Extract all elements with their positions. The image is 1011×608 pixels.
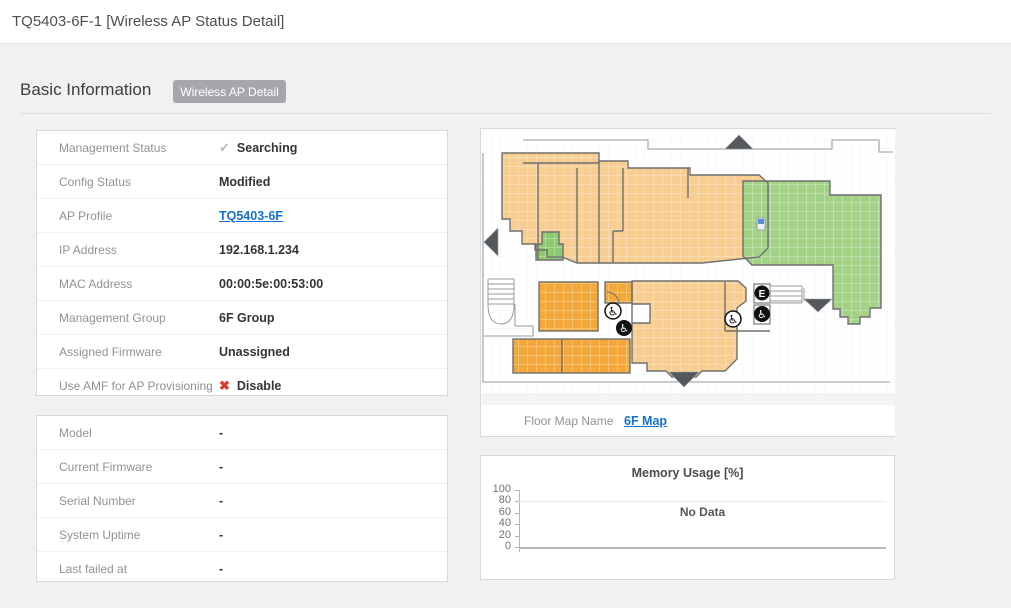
wireless-ap-detail-button[interactable]: Wireless AP Detail [173, 80, 286, 103]
page-title: TQ5403-6F-1 [Wireless AP Status Detail] [12, 0, 284, 44]
titlebar: TQ5403-6F-1 [Wireless AP Status Detail] [0, 0, 1011, 44]
row-value-wrap: TQ5403-6F [219, 209, 283, 223]
row-value: 6F Group [219, 311, 275, 325]
row-value-wrap: - [219, 528, 223, 542]
table-row: Last failed at - [37, 552, 447, 585]
floor-map-canvas[interactable]: ♿ ♿ ♿ ♿ E [482, 130, 895, 393]
row-value-wrap: 00:00:5e:00:53:00 [219, 277, 323, 291]
table-row: Management Status ✔ Searching [37, 131, 447, 165]
chart-no-data-label: No Data [519, 505, 886, 519]
row-value-wrap: Modified [219, 175, 270, 189]
row-label: Model [37, 426, 219, 440]
section-divider [20, 113, 991, 114]
memory-usage-panel: Memory Usage [%] No Data 100806040200 [480, 455, 895, 580]
y-axis-tick-label: 0 [481, 540, 511, 553]
table-row: IP Address 192.168.1.234 [37, 233, 447, 267]
row-value: 00:00:5e:00:53:00 [219, 277, 323, 291]
row-label: Assigned Firmware [37, 345, 219, 359]
row-value: - [219, 460, 223, 474]
row-value: Unassigned [219, 345, 290, 359]
elevator-icon: E [755, 286, 770, 301]
row-value-wrap: ✖ Disable [219, 379, 281, 393]
chart-plot-area: No Data [519, 490, 886, 547]
y-axis-tick-mark [515, 547, 519, 548]
map-footer-strip [482, 393, 895, 405]
row-value-wrap: - [219, 460, 223, 474]
chart-title: Memory Usage [%] [481, 466, 894, 480]
section-heading: Basic Information [20, 80, 151, 100]
svg-text:♿: ♿ [757, 308, 767, 321]
svg-text:♿: ♿ [619, 322, 629, 335]
row-value-wrap: - [219, 562, 223, 576]
table-row: Config Status Modified [37, 165, 447, 199]
row-label: Management Status [37, 141, 219, 155]
table-row: Use AMF for AP Provisioning ✖ Disable [37, 369, 447, 402]
row-label: Management Group [37, 311, 219, 325]
floor-map-link[interactable]: 6F Map [624, 414, 667, 428]
row-value: 192.168.1.234 [219, 243, 299, 257]
row-value: Modified [219, 175, 270, 189]
y-axis-tick-mark [515, 536, 519, 537]
row-value-wrap: - [219, 494, 223, 508]
row-label: System Uptime [37, 528, 219, 542]
row-label: Last failed at [37, 562, 219, 576]
row-label: Config Status [37, 175, 219, 189]
y-axis-tick-mark [515, 501, 519, 502]
ap-profile-link[interactable]: TQ5403-6F [219, 209, 283, 223]
floor-map-panel: ♿ ♿ ♿ ♿ E Floor Map [480, 128, 895, 437]
y-axis-tick-mark [515, 524, 519, 525]
y-axis-tick-mark [515, 513, 519, 514]
row-value: Searching [237, 141, 297, 155]
map-footer: Floor Map Name 6F Map [482, 405, 895, 436]
row-label: Use AMF for AP Provisioning [37, 379, 219, 393]
row-value-wrap: 6F Group [219, 311, 275, 325]
table-row: Current Firmware - [37, 450, 447, 484]
row-value: - [219, 426, 223, 440]
row-value-wrap: 192.168.1.234 [219, 243, 299, 257]
table-row: Assigned Firmware Unassigned [37, 335, 447, 369]
row-label: AP Profile [37, 209, 219, 223]
table-row: MAC Address 00:00:5e:00:53:00 [37, 267, 447, 301]
row-value-wrap: ✔ Searching [219, 141, 297, 155]
row-value-wrap: - [219, 426, 223, 440]
table-row: Serial Number - [37, 484, 447, 518]
app-window: TQ5403-6F-1 [Wireless AP Status Detail] … [0, 0, 1011, 608]
row-value: - [219, 562, 223, 576]
row-label: Current Firmware [37, 460, 219, 474]
svg-text:E: E [759, 289, 766, 300]
device-table-panel: Model - Current Firmware - Serial Number… [36, 415, 448, 582]
table-row: System Uptime - [37, 518, 447, 552]
y-axis-tick-mark [515, 490, 519, 491]
check-icon: ✔ [219, 141, 230, 154]
floor-map-name-label: Floor Map Name [524, 414, 624, 428]
table-row: Model - [37, 416, 447, 450]
ap-marker-icon[interactable] [757, 218, 765, 230]
row-label: MAC Address [37, 277, 219, 291]
chart-baseline [519, 547, 886, 549]
cross-icon: ✖ [219, 379, 230, 392]
svg-text:♿: ♿ [608, 305, 619, 319]
row-value: - [219, 528, 223, 542]
status-table-panel: Management Status ✔ Searching Config Stat… [36, 130, 448, 396]
row-label: Serial Number [37, 494, 219, 508]
row-label: IP Address [37, 243, 219, 257]
svg-text:♿: ♿ [728, 313, 739, 327]
table-row: Management Group 6F Group [37, 301, 447, 335]
row-value: - [219, 494, 223, 508]
chart-gridline [519, 501, 886, 502]
table-row: AP Profile TQ5403-6F [37, 199, 447, 233]
row-value: Disable [237, 379, 281, 393]
row-value-wrap: Unassigned [219, 345, 290, 359]
